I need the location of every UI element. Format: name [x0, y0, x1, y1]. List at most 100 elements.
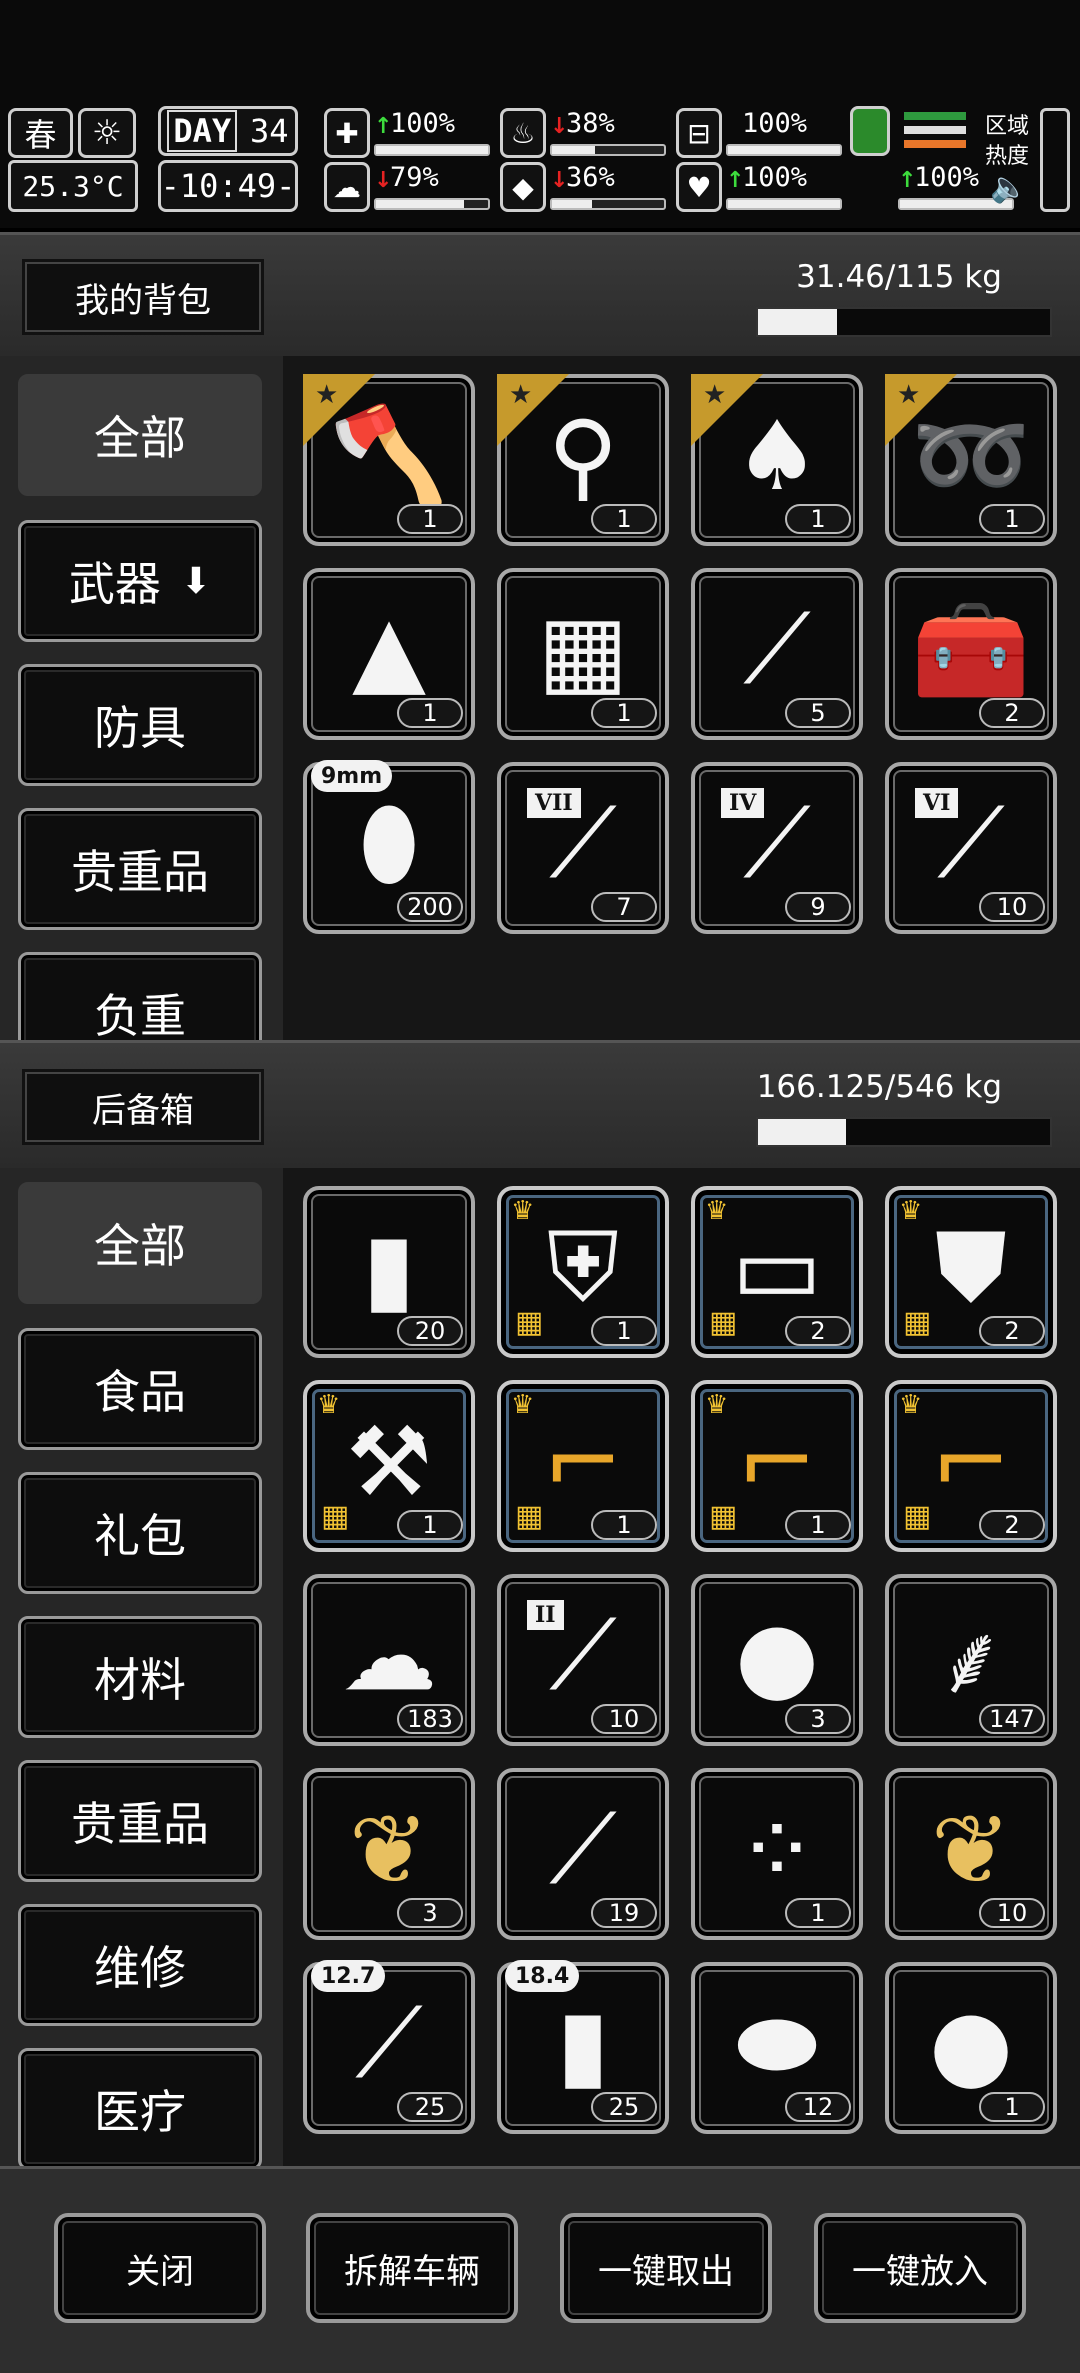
- trunk-item-slot[interactable]: ▮ 18.4 25: [497, 1960, 669, 2134]
- backpack-item-slot[interactable]: ⟋ VI 10: [885, 762, 1057, 934]
- trunk-item-slot[interactable]: ☁ 183: [303, 1574, 475, 1746]
- stat-bar-fill: [376, 200, 465, 208]
- category-label: 武器: [68, 557, 161, 611]
- dismantle-vehicle-button[interactable]: 拆解车辆: [306, 2213, 518, 2323]
- backpack-item-slot[interactable]: 🧰 2: [885, 568, 1057, 740]
- trunk-item-slot[interactable]: ⁘ 1: [691, 1768, 863, 1940]
- trunk-item-slot[interactable]: ⚒ ♛ ▦ 1: [303, 1380, 475, 1552]
- category-label: 礼包: [94, 1509, 186, 1563]
- item-quantity: 5: [785, 698, 851, 728]
- backpack-category-0[interactable]: 全部: [18, 374, 262, 496]
- backpack-item-slot[interactable]: ⟋ 5: [691, 568, 863, 740]
- stat-medkit: ✚ ↑ 100%: [324, 108, 492, 160]
- trunk-item-slot[interactable]: ⟋ 19: [497, 1768, 669, 1940]
- tier-tag: IV: [721, 788, 765, 818]
- close-button-label: 关闭: [126, 2251, 194, 2292]
- item-quantity: 1: [591, 1510, 657, 1540]
- category-label: 维修: [94, 1941, 186, 1995]
- item-quantity: 10: [591, 1704, 657, 1734]
- action-footer: 关闭 拆解车辆 一键取出 一键放入: [0, 2166, 1080, 2373]
- favorite-corner: [885, 374, 957, 446]
- status-bar: 春 ☼ 25.3°C DAY 34 -10:49- ✚ ↑ 100% ♨ ↓ 38% ⊟ 10…: [0, 0, 1080, 228]
- trunk-item-slot[interactable]: ▮ 20: [303, 1186, 475, 1358]
- item-quantity: 200: [397, 892, 463, 922]
- trunk-item-slot[interactable]: ⬬ 12: [691, 1962, 863, 2134]
- bullet-icon: ⬮: [358, 787, 420, 899]
- trunk-item-slot[interactable]: ● 3: [691, 1574, 863, 1746]
- trunk-item-slot[interactable]: ● 1: [885, 1962, 1057, 2134]
- trunk-category-5[interactable]: 维修: [18, 1904, 262, 2026]
- trunk-item-slot[interactable]: ⛨ ♛ ▦ 1: [497, 1186, 669, 1358]
- trunk-item-slot[interactable]: ▭ ♛ ▦ 2: [691, 1186, 863, 1358]
- brain-icon: ☁: [324, 162, 370, 212]
- toolbox-icon: 🧰: [911, 593, 1031, 706]
- item-quantity: 1: [979, 504, 1045, 534]
- item-quantity: 20: [397, 1316, 463, 1346]
- backpack-item-slot[interactable]: ⬮ 9mm 200: [303, 760, 475, 934]
- favorite-corner: [303, 374, 375, 446]
- trunk-item-slot[interactable]: ⟋ II 10: [497, 1574, 669, 1746]
- trunk-item-grid: ▮ 20 ⛨ ♛ ▦ 1 ▭ ♛ ▦ 2 ⛊ ♛ ▦ 2 ⚒ ♛ ▦ 1 ⌐ ♛ ▦ 1 ⌐ ♛ ▦ 1 ⌐ ♛ ▦ 2 ☁ 183 ⟋ II 10…: [283, 1168, 1080, 2166]
- put-all-button[interactable]: 一键放入: [814, 2213, 1026, 2323]
- stat-value: 100%: [742, 162, 808, 193]
- backpack-weight: 31.46/115 kg: [796, 259, 1002, 295]
- item-quantity: 1: [397, 504, 463, 534]
- trunk-item-slot[interactable]: ⛊ ♛ ▦ 2: [885, 1186, 1057, 1358]
- item-quantity: 19: [591, 1898, 657, 1928]
- trunk-category-4[interactable]: 贵重品: [18, 1760, 262, 1882]
- caliber-tag: 18.4: [505, 1960, 580, 1992]
- trunk-item-slot[interactable]: ⌐ ♛ ▦ 2: [885, 1380, 1057, 1552]
- backpack-item-slot[interactable]: ⟋ IV 9: [691, 762, 863, 934]
- item-quantity: 1: [591, 1316, 657, 1346]
- backpack-item-slot[interactable]: ⟋ VII 7: [497, 762, 669, 934]
- item-quantity: 10: [979, 1898, 1045, 1928]
- crown-icon: ♛: [705, 1196, 729, 1226]
- stat-bar: [550, 144, 666, 156]
- stat-bar: [726, 198, 842, 210]
- trunk-category-2[interactable]: 礼包: [18, 1472, 262, 1594]
- item-quantity: 1: [397, 1510, 463, 1540]
- trunk-item-slot[interactable]: ⌐ ♛ ▦ 1: [691, 1380, 863, 1552]
- tri-bar-orange: [904, 140, 966, 148]
- wheat-icon: ⸙: [935, 1603, 1007, 1716]
- item-quantity: 7: [591, 892, 657, 922]
- backpack-item-slot[interactable]: ▲ 1: [303, 568, 475, 740]
- stat-value: 100%: [742, 108, 808, 139]
- take-all-button[interactable]: 一键取出: [560, 2213, 772, 2323]
- medkit-icon: ✚: [324, 108, 370, 158]
- trunk-category-3[interactable]: 材料: [18, 1616, 262, 1738]
- item-quantity: 1: [785, 1898, 851, 1928]
- backpack-item-slot[interactable]: ♠ ★ 1: [691, 374, 863, 546]
- tier-tag: VII: [527, 788, 581, 818]
- category-label: 材料: [94, 1653, 186, 1707]
- stat-bar: [550, 198, 666, 210]
- stat-brain: ☁ ↓ 79%: [324, 162, 492, 214]
- trunk-item-slot[interactable]: ⌐ ♛ ▦ 1: [497, 1380, 669, 1552]
- favorite-corner: [497, 374, 569, 446]
- backpack-item-slot[interactable]: 🪓 ★ 1: [303, 374, 475, 546]
- gift-icon: ▦: [709, 1305, 738, 1340]
- backpack-category-3[interactable]: 贵重品: [18, 808, 262, 930]
- trunk-category-sidebar: 全部食品礼包材料贵重品维修医疗: [0, 1168, 283, 2170]
- backpack-item-slot[interactable]: ➿ ★ 1: [885, 374, 1057, 546]
- trunk-item-slot[interactable]: ⟋ 12.7 25: [303, 1960, 475, 2134]
- backpack-category-1[interactable]: 武器 ⬇: [18, 520, 262, 642]
- item-quantity: 25: [591, 2092, 657, 2122]
- trunk-item-slot[interactable]: ⸙ 147: [885, 1574, 1057, 1746]
- tobacco-leaf-icon: ❦: [930, 1794, 1012, 1906]
- tweezers-icon: ⟋: [743, 593, 811, 705]
- trunk-category-0[interactable]: 全部: [18, 1182, 262, 1304]
- dismantle-vehicle-label: 拆解车辆: [344, 2251, 480, 2292]
- trunk-item-slot[interactable]: ❦ 3: [303, 1768, 475, 1940]
- stomach-icon: ♨: [500, 108, 546, 158]
- trunk-category-6[interactable]: 医疗: [18, 2048, 262, 2170]
- backpack-item-slot[interactable]: ⚲ ★ 1: [497, 374, 669, 546]
- speaker-icon[interactable]: 🔈: [990, 170, 1027, 205]
- crown-icon: ♛: [899, 1390, 923, 1420]
- trunk-category-1[interactable]: 食品: [18, 1328, 262, 1450]
- close-button[interactable]: 关闭: [54, 2213, 266, 2323]
- backpack-category-2[interactable]: 防具: [18, 664, 262, 786]
- temperature-readout: 25.3°C: [8, 160, 138, 212]
- trunk-item-slot[interactable]: ❦ 10: [885, 1768, 1057, 1940]
- backpack-item-slot[interactable]: ▦ 1: [497, 568, 669, 740]
